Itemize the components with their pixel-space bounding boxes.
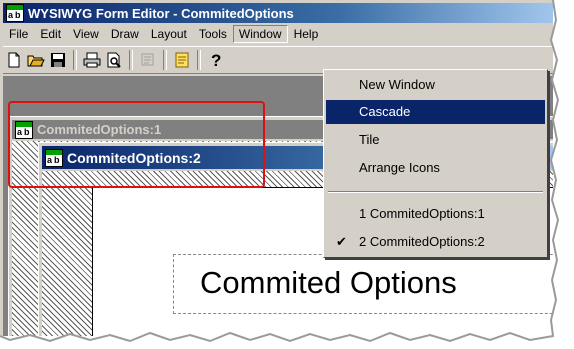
- menu-item-tile[interactable]: Tile: [326, 128, 545, 152]
- help-icon[interactable]: ?: [205, 49, 227, 71]
- form-label[interactable]: Commited Options: [173, 254, 553, 314]
- menu-file[interactable]: File: [3, 25, 34, 43]
- print-icon[interactable]: [81, 49, 103, 71]
- disabled-tool-icon: [137, 49, 159, 71]
- toolbar-separator: [163, 50, 167, 70]
- menu-item-window-1[interactable]: 1 CommitedOptions:1: [326, 202, 545, 226]
- app-icon: ab: [6, 4, 24, 22]
- svg-text:?: ?: [211, 51, 221, 69]
- app-title: WYSIWYG Form Editor - CommitedOptions: [28, 5, 294, 21]
- open-folder-icon[interactable]: [25, 49, 47, 71]
- menu-tools[interactable]: Tools: [193, 25, 233, 43]
- toolbar-separator: [129, 50, 133, 70]
- menu-item-new-window[interactable]: New Window: [326, 73, 545, 97]
- menu-item-cascade[interactable]: Cascade: [326, 100, 545, 124]
- menu-help[interactable]: Help: [288, 25, 325, 43]
- window-menu-dropdown: New Window Cascade Tile Arrange Icons 1 …: [323, 69, 548, 258]
- print-preview-icon[interactable]: [103, 49, 125, 71]
- save-disk-icon[interactable]: [47, 49, 69, 71]
- toolbar-separator: [73, 50, 77, 70]
- highlight-box: [8, 101, 265, 188]
- form-icon[interactable]: [171, 49, 193, 71]
- checkmark-icon: ✔: [336, 234, 347, 249]
- new-document-icon[interactable]: [3, 49, 25, 71]
- menu-window[interactable]: Window: [232, 24, 288, 43]
- menu-draw[interactable]: Draw: [105, 25, 145, 43]
- menu-bar: File Edit View Draw Layout Tools Window …: [3, 24, 553, 43]
- menu-layout[interactable]: Layout: [145, 25, 193, 43]
- toolbar-separator: [197, 50, 201, 70]
- menu-separator: [328, 191, 543, 193]
- menu-item-window-2[interactable]: ✔ 2 CommitedOptions:2: [326, 230, 545, 254]
- menu-edit[interactable]: Edit: [34, 25, 67, 43]
- title-bar: ab WYSIWYG Form Editor - CommitedOptions: [3, 3, 553, 23]
- menu-view[interactable]: View: [67, 25, 105, 43]
- menu-item-arrange-icons[interactable]: Arrange Icons: [326, 156, 545, 180]
